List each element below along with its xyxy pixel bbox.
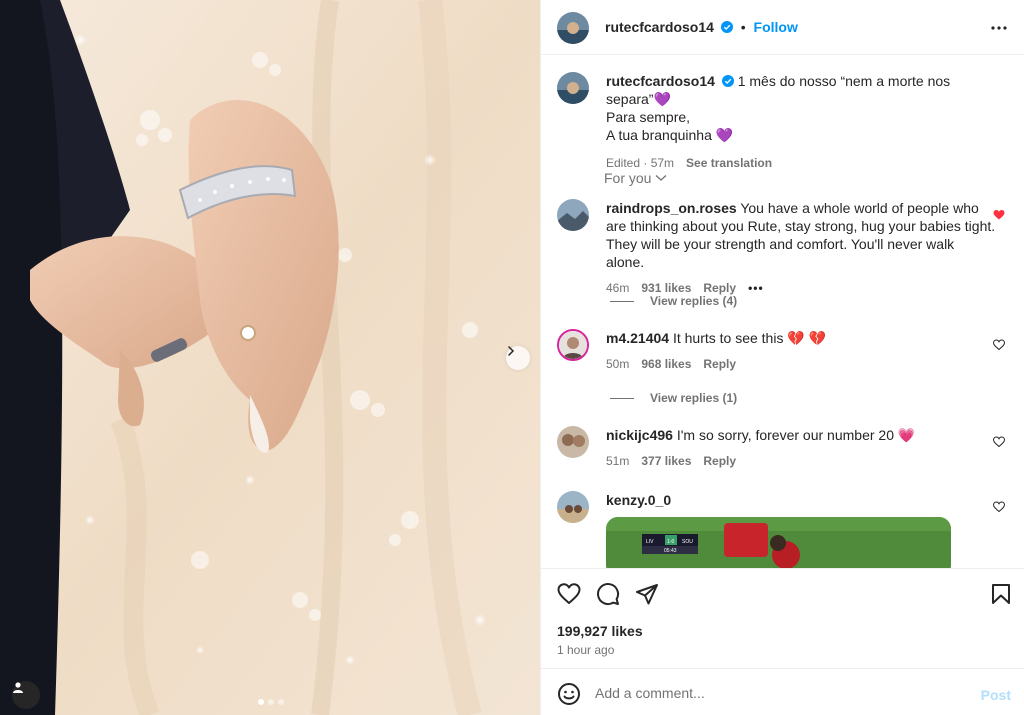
- reply-button[interactable]: Reply: [703, 452, 736, 470]
- author-avatar[interactable]: [557, 12, 589, 44]
- carousel-dot: [278, 699, 284, 705]
- score-value: 1-0: [667, 539, 674, 545]
- more-options-button[interactable]: [989, 18, 1009, 38]
- carousel-indicator: [258, 699, 284, 705]
- liked-heart-icon[interactable]: [993, 209, 1005, 221]
- score-away: SOU: [682, 539, 693, 545]
- heart-icon[interactable]: [993, 436, 1005, 448]
- comment-time: 50m: [606, 357, 630, 371]
- comment-likes[interactable]: 968 likes: [641, 355, 691, 373]
- commenter-username[interactable]: nickijc496: [606, 427, 673, 443]
- post-photo: [0, 0, 540, 715]
- comment-text: I'm so sorry, forever our number 20 💗: [676, 427, 916, 443]
- commenter-avatar[interactable]: [557, 491, 589, 523]
- next-photo-button[interactable]: [506, 346, 530, 370]
- comment-sort-dropdown[interactable]: For you: [604, 170, 667, 186]
- comment-gif[interactable]: LIV 1-0 SOU 05:43: [606, 517, 951, 568]
- commenter-avatar[interactable]: [557, 199, 589, 231]
- see-translation-link[interactable]: See translation: [686, 154, 772, 172]
- heart-icon[interactable]: [993, 501, 1005, 513]
- caption-username[interactable]: rutecfcardoso14: [606, 73, 715, 89]
- purple-heart-emoji: 💜: [653, 91, 671, 107]
- commenter-username[interactable]: kenzy.0_0: [606, 492, 671, 508]
- carousel-dot: [268, 699, 274, 705]
- view-replies-label: View replies (1): [650, 391, 738, 405]
- comment-text: It hurts to see this 💔 💔: [672, 330, 827, 346]
- author-username[interactable]: rutecfcardoso14: [605, 19, 714, 35]
- caption-text-line2: Para sempre,: [606, 109, 691, 125]
- heart-icon[interactable]: [993, 339, 1005, 351]
- bookmark-icon[interactable]: [989, 582, 1013, 606]
- comment-options-button[interactable]: •••: [748, 279, 764, 297]
- comment-input[interactable]: [595, 682, 955, 704]
- verified-icon: [720, 21, 733, 33]
- view-replies-button[interactable]: View replies (1): [610, 391, 737, 405]
- more-options-icon: [991, 26, 1007, 30]
- next-icon: [508, 346, 515, 356]
- post-time: 1 hour ago: [557, 643, 615, 657]
- tag-user-icon: [13, 682, 23, 693]
- separator-dot: •: [740, 19, 746, 35]
- comments-section[interactable]: rutecfcardoso14 1 mês do nosso “nem a mo…: [541, 56, 1024, 568]
- divider-line: [610, 397, 634, 399]
- tagged-users-button[interactable]: [12, 681, 40, 709]
- comment-icon[interactable]: [596, 582, 620, 606]
- reply-button[interactable]: Reply: [703, 355, 736, 373]
- purple-heart-emoji: 💜: [715, 127, 734, 143]
- emoji-icon[interactable]: [557, 682, 581, 706]
- share-icon[interactable]: [635, 582, 659, 606]
- score-home: LIV: [646, 539, 654, 545]
- author-line: rutecfcardoso14 • Follow: [605, 19, 798, 35]
- add-comment-bar: Post: [541, 668, 1024, 715]
- comment-time: 51m: [606, 454, 630, 468]
- carousel-dot: [258, 699, 264, 705]
- post-actions: 199,927 likes 1 hour ago: [541, 568, 1024, 668]
- likes-count[interactable]: 199,927 likes: [557, 623, 643, 639]
- follow-button[interactable]: Follow: [754, 19, 798, 35]
- commenter-avatar[interactable]: [557, 329, 589, 361]
- commenter-avatar[interactable]: [557, 426, 589, 458]
- heart-icon[interactable]: [557, 582, 581, 606]
- verified-icon: [721, 75, 734, 87]
- post-comment-button[interactable]: Post: [981, 687, 1011, 703]
- match-clock: 05:43: [664, 548, 677, 554]
- post-header: rutecfcardoso14 • Follow: [541, 0, 1024, 55]
- commenter-username[interactable]: raindrops_on.roses: [606, 200, 737, 216]
- comment-likes[interactable]: 377 likes: [641, 452, 691, 470]
- caption-text-line3: A tua branquinha: [606, 127, 712, 143]
- comment-sort-label: For you: [604, 170, 652, 186]
- divider-line: [610, 300, 634, 302]
- view-replies-button[interactable]: View replies (4): [610, 294, 737, 308]
- post-side-panel: rutecfcardoso14 • Follow rutecfcardoso14: [540, 0, 1024, 715]
- chevron-down-icon: [656, 175, 667, 181]
- football-match-image: LIV 1-0 SOU 05:43: [606, 517, 951, 568]
- post-media[interactable]: [0, 0, 540, 715]
- view-replies-label: View replies (4): [650, 294, 738, 308]
- author-avatar[interactable]: [557, 72, 589, 104]
- commenter-username[interactable]: m4.21404: [606, 330, 669, 346]
